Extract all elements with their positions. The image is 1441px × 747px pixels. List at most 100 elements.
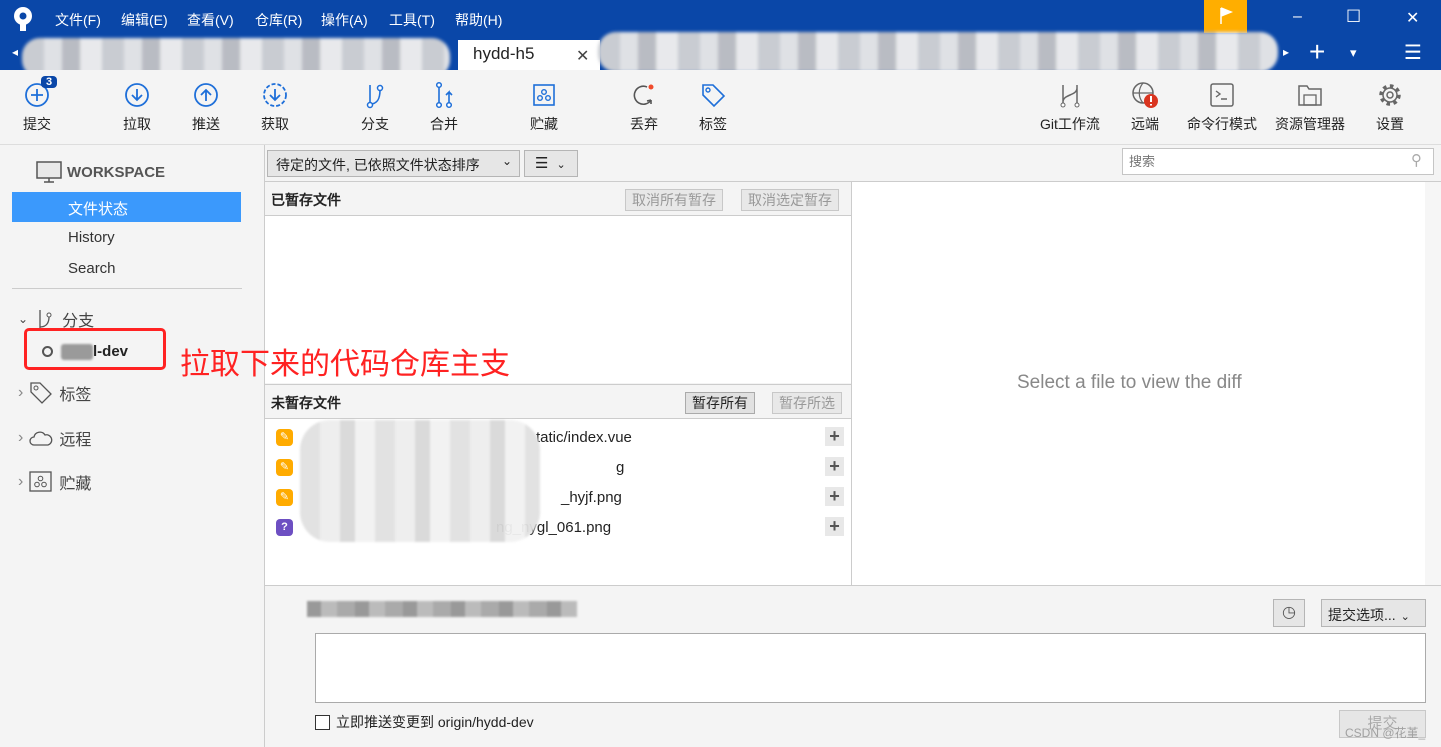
sidebar-group-remotes[interactable]: › 远程 [18, 426, 91, 450]
stage-all-button[interactable]: 暂存所有 [685, 392, 755, 414]
arrow-down-circle-icon [125, 83, 149, 107]
stage-file-plus-icon[interactable]: + [825, 487, 844, 506]
diff-placeholder: Select a file to view the diff [1017, 372, 1242, 393]
stage-file-plus-icon[interactable]: + [825, 457, 844, 476]
gear-icon [1379, 84, 1401, 106]
menu-file[interactable]: 文件(F) [55, 10, 101, 30]
stage-file-plus-icon[interactable]: + [825, 427, 844, 446]
arrow-up-circle-icon [194, 83, 218, 107]
unstage-selected-button[interactable]: 取消选定暂存 [741, 189, 839, 211]
maximize-button[interactable]: ☐ [1346, 7, 1361, 27]
toolbar: 提交 3 拉取 推送 获取 分支 合并 贮藏 丢弃 标签 Git工作流 远端 命… [0, 70, 1441, 145]
tab-label: hydd-h5 [473, 44, 535, 63]
sidebar-item-label: 文件状态 [68, 201, 129, 218]
commit-options-label: 提交选项... [1328, 607, 1396, 623]
minimize-button[interactable]: – [1293, 8, 1302, 26]
push-immediately-checkbox[interactable]: 立即推送变更到 origin/hydd-dev [315, 712, 534, 732]
sidebar-item-search[interactable]: Search [68, 260, 116, 277]
commit-options-dropdown[interactable]: 提交选项... ⌄ [1321, 599, 1426, 627]
feedback-flag-button[interactable] [1204, 0, 1247, 33]
tab-blurred[interactable] [598, 32, 1278, 72]
sidebar-item-history[interactable]: History [68, 229, 115, 246]
explorer-button[interactable]: 资源管理器 [1270, 80, 1350, 134]
sourcetree-logo-icon [14, 7, 32, 31]
menu-view[interactable]: 查看(V) [187, 10, 234, 30]
stash-icon [533, 84, 555, 106]
staged-header: 已暂存文件 取消所有暂存 取消选定暂存 [265, 181, 851, 216]
menu-repository[interactable]: 仓库(R) [255, 10, 302, 30]
chevron-right-icon: › [18, 473, 24, 490]
close-button[interactable]: ✕ [1406, 8, 1419, 28]
terminal-label: 命令行模式 [1187, 116, 1257, 132]
staged-title: 已暂存文件 [271, 192, 341, 208]
tab-close-icon[interactable]: ✕ [576, 46, 589, 66]
chevron-down-icon: ⌄ [501, 154, 512, 168]
menu-help[interactable]: 帮助(H) [455, 10, 502, 30]
unstage-all-button[interactable]: 取消所有暂存 [625, 189, 723, 211]
modified-file-icon: ✎ [276, 458, 293, 476]
sidebar-item-file-status[interactable]: 文件状态 [12, 192, 241, 222]
folder-icon [1298, 85, 1322, 106]
explorer-label: 资源管理器 [1275, 116, 1345, 132]
hamburger-menu[interactable]: ☰ [1404, 40, 1422, 65]
terminal-button[interactable]: 命令行模式 [1182, 80, 1262, 134]
fetch-label: 获取 [261, 116, 289, 132]
tab-scroll-left[interactable]: ◂ [12, 45, 18, 59]
file-row[interactable]: ? ng_nygl_061.png [276, 516, 611, 538]
sort-label: 待定的文件, 已依照文件状态排序 [276, 157, 480, 173]
sort-dropdown[interactable]: 待定的文件, 已依照文件状态排序 ⌄ [267, 150, 520, 177]
commit-history-clock-icon[interactable]: ◷ [1273, 599, 1305, 627]
discard-button[interactable]: 丢弃 [604, 80, 684, 134]
terminal-icon [1210, 83, 1234, 107]
search-input[interactable] [1122, 148, 1434, 175]
untracked-file-icon: ? [276, 518, 293, 536]
push-button[interactable]: 推送 [166, 80, 246, 134]
merge-icon [435, 81, 453, 109]
file-name: _hyjf.png [561, 488, 622, 506]
author-redacted [307, 601, 577, 617]
pull-label: 拉取 [123, 116, 151, 132]
stash-label: 贮藏 [530, 116, 558, 132]
menu-edit[interactable]: 编辑(E) [121, 10, 168, 30]
pull-button[interactable]: 拉取 [97, 80, 177, 134]
gitflow-icon [1060, 85, 1080, 108]
file-name: tatic/index.vue [536, 428, 632, 446]
unstaged-header: 未暂存文件 暂存所有 暂存所选 [265, 384, 851, 419]
sidebar-group-stashes[interactable]: › 贮藏 [18, 470, 91, 494]
stash-button[interactable]: 贮藏 [504, 80, 584, 134]
diff-scrollbar[interactable] [1425, 182, 1441, 585]
stage-selected-button[interactable]: 暂存所选 [772, 392, 842, 414]
tab-scroll-right[interactable]: ▸ [1283, 45, 1289, 59]
fetch-button[interactable]: 获取 [235, 80, 315, 134]
search-icon: ⚲ [1411, 152, 1422, 169]
commit-button[interactable]: 提交 3 [0, 76, 77, 134]
new-tab-button[interactable]: + [1309, 36, 1325, 68]
file-row[interactable]: ✎ tatic/index.vue [276, 426, 632, 448]
watermark: CSDN @花堇_ [1345, 726, 1426, 740]
tab-list-dropdown[interactable]: ▾ [1350, 45, 1357, 61]
checkbox[interactable] [315, 714, 330, 730]
menu-actions[interactable]: 操作(A) [321, 10, 368, 30]
push-label: 推送 [192, 116, 220, 132]
remote-button[interactable]: 远端 [1105, 80, 1185, 134]
tag-icon [702, 84, 726, 108]
merge-button[interactable]: 合并 [404, 80, 484, 134]
monitor-icon [36, 161, 62, 183]
sidebar-group-tags[interactable]: › 标签 [18, 381, 91, 405]
flag-icon [1220, 7, 1234, 24]
file-row[interactable]: ✎ _hyjf.png [276, 486, 622, 508]
stage-file-plus-icon[interactable]: + [825, 517, 844, 536]
tag-button[interactable]: 标签 [673, 80, 753, 134]
chevron-down-icon: ⌄ [18, 312, 29, 326]
settings-button[interactable]: 设置 [1350, 80, 1430, 134]
sidebar: WORKSPACE 文件状态 History Search ⌄ 分支 l-dev … [0, 145, 510, 747]
divider [12, 288, 242, 289]
commit-label: 提交 [23, 116, 51, 132]
commit-message-input[interactable] [315, 633, 1426, 703]
branch-button[interactable]: 分支 [335, 80, 415, 134]
view-mode-dropdown[interactable]: ☰ ⌄ [524, 150, 578, 177]
menu-tools[interactable]: 工具(T) [389, 10, 435, 30]
file-row[interactable]: ✎ g [276, 456, 624, 478]
gitflow-button[interactable]: Git工作流 [1030, 80, 1110, 134]
tab-active[interactable]: hydd-h5 ✕ [458, 40, 600, 70]
